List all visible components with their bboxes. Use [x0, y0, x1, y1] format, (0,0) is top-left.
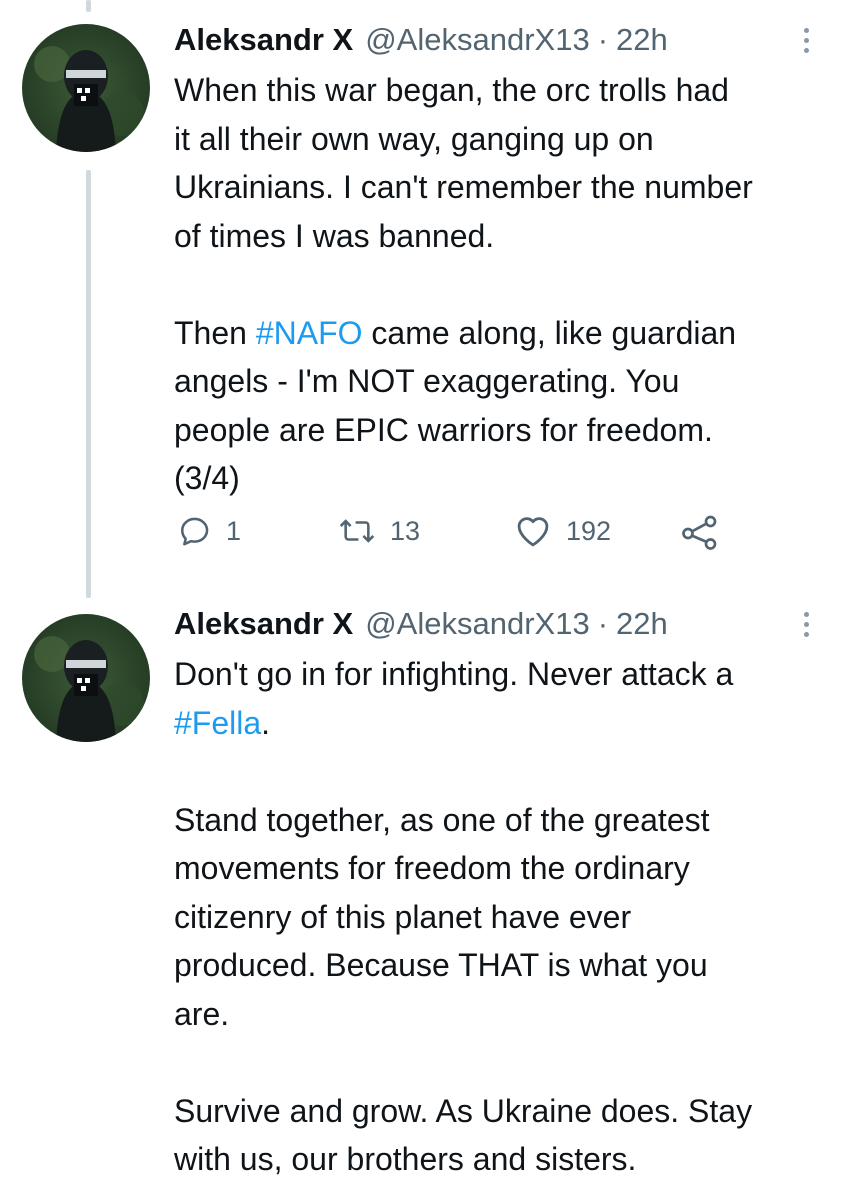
reply-count: 1: [226, 515, 242, 546]
tweet[interactable]: Aleksandr X @AleksandrX13 · 22h When thi…: [174, 22, 827, 503]
text-line: Stand together, as one of the greatest: [174, 801, 710, 838]
like-icon: [517, 517, 549, 547]
text-line: Don't go in for infighting. Never attack…: [174, 656, 734, 692]
tweet-text: When this war began, the orc trolls had …: [174, 66, 827, 503]
like-count: 192: [566, 515, 612, 546]
retweet-icon: [339, 519, 375, 543]
text-line: are.: [174, 995, 230, 1032]
author-handle[interactable]: @AleksandrX13: [365, 22, 589, 58]
timestamp[interactable]: 22h: [616, 22, 668, 58]
like-button[interactable]: 192: [514, 514, 611, 548]
more-options-icon[interactable]: [801, 612, 811, 642]
avatar[interactable]: [22, 24, 150, 152]
text-line: people are EPIC warriors for freedom.: [174, 411, 713, 448]
reply-button[interactable]: 1: [178, 514, 241, 548]
text-line: produced. Because THAT is what you: [174, 947, 708, 983]
author-name[interactable]: Aleksandr X: [174, 22, 353, 58]
tweet-header: Aleksandr X @AleksandrX13 · 22h: [174, 22, 827, 66]
text-line: angels - I'm NOT exaggerating. You: [174, 363, 680, 399]
text-line: movements for freedom the ordinary: [174, 850, 690, 886]
tweet-text: Don't go in for infighting. Never attack…: [174, 650, 827, 1184]
text-line: (3/4): [174, 460, 240, 496]
text-line: Then #NAFO came along, like guardian: [174, 309, 827, 358]
text-line: Ukrainians. I can't remember the number: [174, 169, 753, 205]
tweet-actions: 1 13 192: [174, 514, 734, 564]
reply-icon: [180, 517, 209, 546]
text-line: When this war began, the orc trolls had: [174, 72, 729, 108]
text-line: #Fella.: [174, 699, 827, 748]
text-fragment: .: [261, 704, 271, 741]
separator-dot: ·: [597, 22, 609, 57]
avatar-image: [22, 24, 150, 152]
author-handle[interactable]: @AleksandrX13: [365, 606, 589, 642]
tweet-header: Aleksandr X @AleksandrX13 · 22h: [174, 606, 827, 650]
hashtag-link[interactable]: #NAFO: [256, 315, 363, 351]
avatar[interactable]: [22, 614, 150, 742]
text-fragment: Then: [174, 314, 256, 351]
text-fragment: came along, like guardian: [362, 314, 737, 351]
retweet-count: 13: [390, 515, 421, 546]
share-icon: [682, 515, 717, 550]
text-line: with us, our brothers and sisters.: [174, 1141, 637, 1177]
more-options-icon[interactable]: [801, 28, 811, 58]
retweet-button[interactable]: 13: [338, 514, 420, 548]
author-name[interactable]: Aleksandr X: [174, 606, 353, 642]
avatar-image: [22, 614, 150, 742]
text-line: Survive and grow. As Ukraine does. Stay: [174, 1092, 753, 1129]
text-line: citizenry of this planet have ever: [174, 898, 632, 935]
thread-line-top: [86, 0, 91, 12]
timestamp[interactable]: 22h: [616, 606, 668, 642]
text-line: it all their own way, ganging up on: [174, 120, 654, 157]
thread-line: [86, 170, 91, 598]
separator-dot: ·: [597, 606, 609, 641]
hashtag-link[interactable]: #Fella: [174, 705, 261, 741]
share-button[interactable]: [680, 514, 720, 550]
tweet[interactable]: Aleksandr X @AleksandrX13 · 22h Don't go…: [174, 606, 827, 1184]
text-line: of times I was banned.: [174, 217, 495, 254]
